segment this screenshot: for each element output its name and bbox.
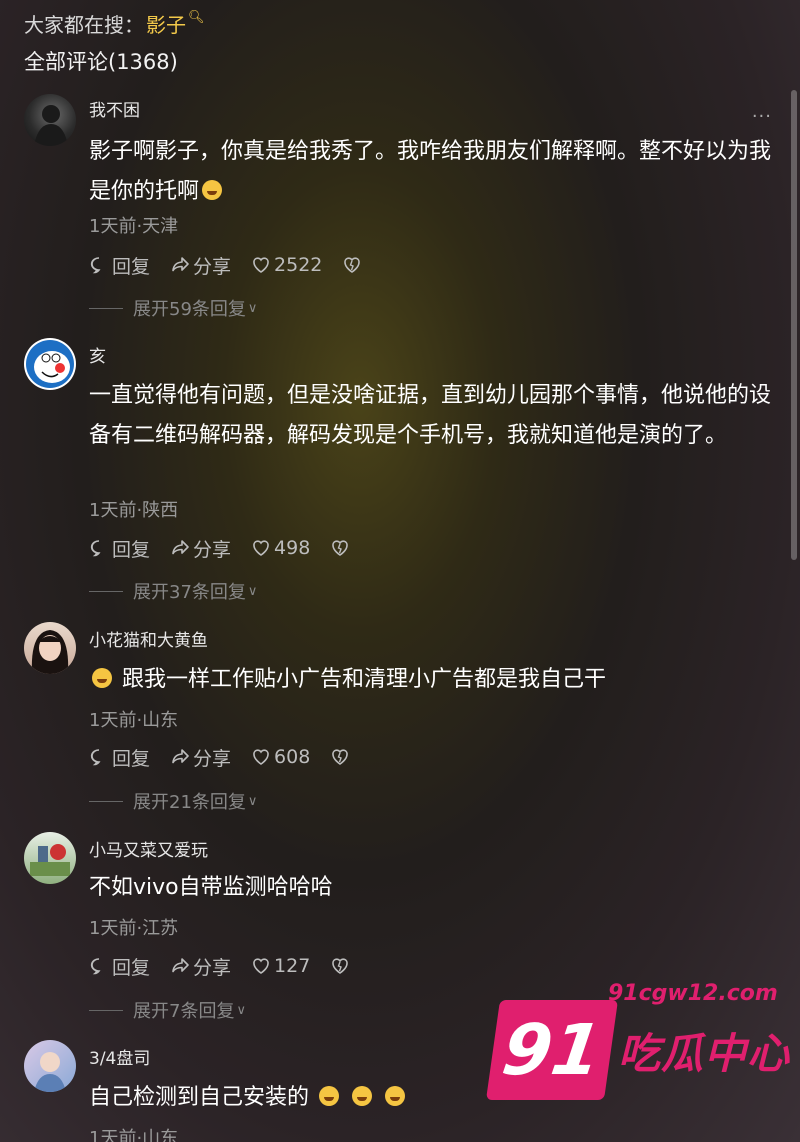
comment-actions: 回复 分享 498	[89, 533, 373, 563]
grin-emoji-icon	[319, 1086, 340, 1106]
reply-button[interactable]: 回复	[89, 252, 150, 279]
comment-item: 亥 一直觉得他有问题，但是没啥证据，直到幼儿园那个事情，他说他的设备有二维码解码…	[0, 336, 800, 612]
laughing-emoji-icon	[202, 180, 223, 200]
share-icon	[172, 257, 189, 272]
comment-item: 我不困 ··· 影子啊影子，你真是给我秀了。我咋给我朋友们解释啊。整不好以为我是…	[0, 92, 800, 332]
comment-text: 跟我一样工作贴小广告和清理小广告都是我自己干	[89, 660, 780, 700]
reply-button[interactable]: 回复	[89, 535, 150, 562]
comment-meta: 1天前·山东	[89, 710, 179, 731]
avatar[interactable]	[24, 622, 76, 674]
trending-search-bar[interactable]: 大家都在搜： 影子 🔍︎	[24, 8, 205, 38]
watermark-site: 91cgw12.com	[608, 981, 778, 1006]
divider	[89, 1009, 123, 1011]
like-button[interactable]: 2522	[251, 254, 322, 276]
comment-text: 一直觉得他有问题，但是没啥证据，直到幼儿园那个事情，他说他的设备有二维码解码器，…	[89, 383, 772, 448]
divider	[89, 590, 123, 592]
heart-icon	[253, 958, 269, 974]
trending-search-prefix: 大家都在搜：	[24, 12, 144, 37]
like-button[interactable]: 608	[251, 746, 310, 768]
trending-search-keyword[interactable]: 影子	[146, 9, 186, 38]
broken-heart-icon	[332, 749, 349, 765]
share-button[interactable]: 分享	[170, 953, 231, 980]
comment-username[interactable]: 3/4盘司	[89, 1044, 150, 1069]
heart-icon	[253, 257, 269, 273]
dislike-button[interactable]	[330, 538, 353, 558]
chevron-down-icon: ∨	[247, 793, 258, 809]
share-icon	[172, 540, 189, 555]
divider	[89, 800, 123, 802]
scrollbar[interactable]	[791, 90, 797, 560]
comment-actions: 回复 分享 2522	[89, 250, 385, 280]
dislike-button[interactable]	[342, 255, 365, 275]
comment-username[interactable]: 小马又菜又爱玩	[89, 836, 208, 861]
comment-meta: 1天前·陕西	[89, 500, 179, 521]
comment-meta: 1天前·江苏	[89, 918, 179, 939]
like-button[interactable]: 498	[251, 537, 310, 559]
share-button[interactable]: 分享	[170, 535, 231, 562]
reply-icon	[90, 749, 101, 766]
reply-icon	[90, 257, 101, 274]
comment-username[interactable]: 亥	[89, 342, 106, 367]
broken-heart-icon	[332, 540, 349, 556]
expand-replies-button[interactable]: 展开37条回复 ∨	[89, 578, 257, 604]
avatar[interactable]	[24, 338, 76, 390]
comment-meta: 1天前·天津	[89, 216, 179, 237]
comment-username[interactable]: 我不困	[89, 96, 140, 121]
grin-emoji-icon	[385, 1086, 406, 1106]
broken-heart-icon	[344, 257, 361, 273]
share-icon	[172, 958, 189, 973]
search-icon: 🔍︎	[188, 9, 205, 25]
comment-actions: 回复 分享 608	[89, 742, 373, 772]
avatar[interactable]	[24, 1040, 76, 1092]
grin-emoji-icon	[352, 1086, 373, 1106]
expand-replies-button[interactable]: 展开21条回复 ∨	[89, 788, 257, 814]
more-options-icon[interactable]: ···	[752, 106, 772, 127]
chevron-down-icon: ∨	[247, 583, 258, 599]
heart-icon	[253, 749, 269, 765]
comment-actions: 回复 分享 127	[89, 951, 373, 981]
comment-text: 影子啊影子，你真是给我秀了。我咋给我朋友们解释啊。整不好以为我是你的托啊	[89, 139, 772, 204]
laughing-emoji-icon	[92, 668, 112, 688]
avatar[interactable]	[24, 94, 76, 146]
share-button[interactable]: 分享	[170, 744, 231, 771]
dislike-button[interactable]	[330, 956, 353, 976]
avatar[interactable]	[24, 832, 76, 884]
expand-replies-button[interactable]: 展开7条回复 ∨	[89, 997, 246, 1023]
reply-button[interactable]: 回复	[89, 953, 150, 980]
share-button[interactable]: 分享	[170, 252, 231, 279]
expand-replies-button[interactable]: 展开59条回复 ∨	[89, 295, 257, 321]
dislike-button[interactable]	[330, 747, 353, 767]
chevron-down-icon: ∨	[247, 300, 258, 316]
reply-icon	[90, 540, 101, 557]
reply-icon	[90, 958, 101, 975]
comment-username[interactable]: 小花猫和大黄鱼	[89, 626, 208, 651]
heart-icon	[253, 540, 269, 556]
comment-item: 小花猫和大黄鱼 跟我一样工作贴小广告和清理小广告都是我自己干 1天前·山东 回复…	[0, 620, 800, 820]
reply-button[interactable]: 回复	[89, 744, 150, 771]
comment-meta: 1天前·山东	[89, 1128, 179, 1142]
divider	[89, 307, 123, 309]
comments-total-label: 全部评论(1368)	[24, 50, 178, 74]
watermark-number: 91	[485, 1000, 619, 1100]
share-icon	[172, 749, 189, 764]
comment-text: 不如vivo自带监测哈哈哈	[89, 875, 333, 900]
watermark-logo: 91 91cgw12.com 吃瓜中心	[485, 981, 793, 1110]
broken-heart-icon	[332, 958, 349, 974]
chevron-down-icon: ∨	[236, 1002, 246, 1018]
like-button[interactable]: 127	[251, 955, 310, 977]
watermark-name: 吃瓜中心	[618, 1029, 791, 1078]
